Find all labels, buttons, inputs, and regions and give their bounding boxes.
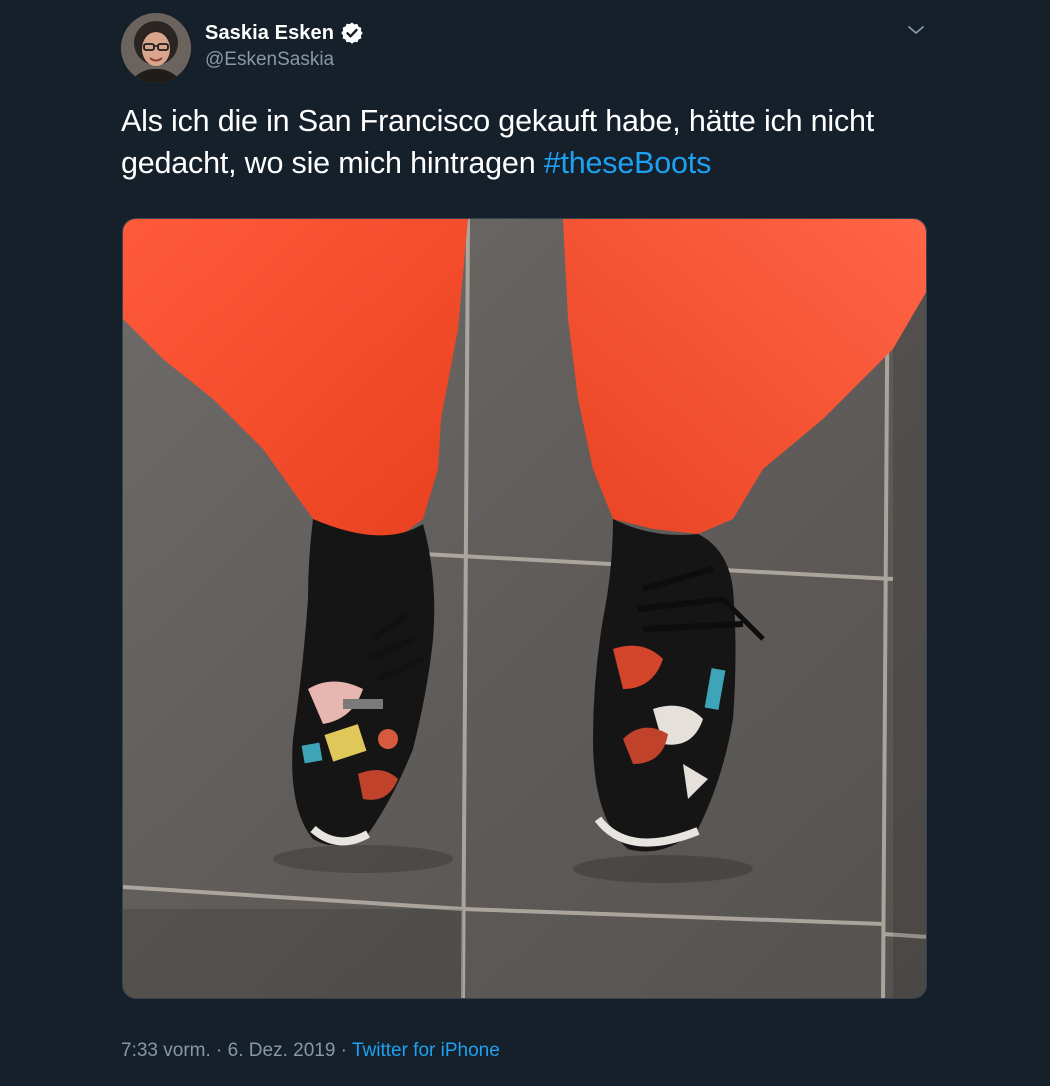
tweet: Saskia Esken @EskenSaskia Als ich die in… bbox=[0, 0, 1050, 1086]
tweet-source-link[interactable]: Twitter for iPhone bbox=[352, 1040, 500, 1061]
avatar[interactable] bbox=[121, 13, 191, 83]
user-handle[interactable]: @EskenSaskia bbox=[205, 49, 334, 71]
hashtag-link[interactable]: #theseBoots bbox=[544, 146, 712, 180]
tweet-date[interactable]: 6. Dez. 2019 bbox=[228, 1040, 336, 1061]
chevron-down-icon[interactable] bbox=[904, 18, 928, 42]
display-name[interactable]: Saskia Esken bbox=[205, 22, 334, 45]
author-name-row[interactable]: Saskia Esken bbox=[205, 20, 364, 46]
meta-separator: · bbox=[335, 1040, 352, 1061]
meta-separator: · bbox=[210, 1040, 228, 1061]
verified-badge-icon bbox=[340, 21, 364, 45]
tweet-photo[interactable] bbox=[122, 218, 927, 999]
tweet-text: Als ich die in San Francisco gekauft hab… bbox=[121, 100, 951, 184]
tweet-time[interactable]: 7:33 vorm. bbox=[121, 1040, 211, 1061]
tweet-meta: 7:33 vorm. · 6. Dez. 2019 · Twitter for … bbox=[121, 1040, 500, 1062]
tweet-body: Als ich die in San Francisco gekauft hab… bbox=[121, 104, 875, 180]
